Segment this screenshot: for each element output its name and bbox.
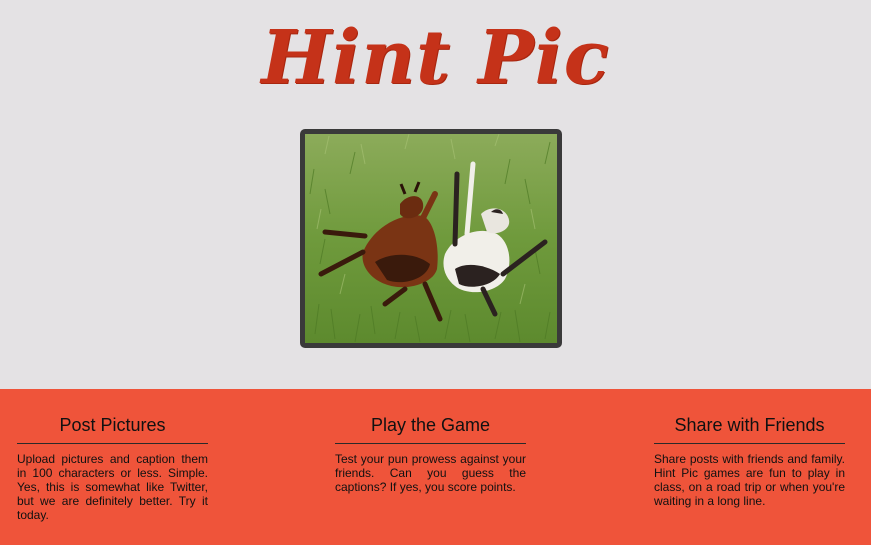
feature-title: Play the Game bbox=[335, 414, 526, 444]
page: Hint Pic Post Pictures Upload pictures a… bbox=[0, 0, 871, 545]
feature-title: Share with Friends bbox=[654, 414, 845, 444]
feature-share-with-friends: Share with Friends Share posts with frie… bbox=[654, 414, 845, 508]
feature-text: Share posts with friends and family. Hin… bbox=[654, 452, 845, 508]
feature-post-pictures: Post Pictures Upload pictures and captio… bbox=[17, 414, 208, 522]
hero-photo bbox=[305, 134, 557, 343]
logo[interactable]: Hint Pic bbox=[0, 6, 871, 110]
feature-title: Post Pictures bbox=[17, 414, 208, 444]
feature-play-the-game: Play the Game Test your pun prowess agai… bbox=[335, 414, 526, 494]
hero-photo-frame bbox=[300, 129, 562, 348]
features-band: Post Pictures Upload pictures and captio… bbox=[0, 389, 871, 545]
feature-text: Upload pictures and caption them in 100 … bbox=[17, 452, 208, 522]
feature-text: Test your pun prowess against your frien… bbox=[335, 452, 526, 494]
